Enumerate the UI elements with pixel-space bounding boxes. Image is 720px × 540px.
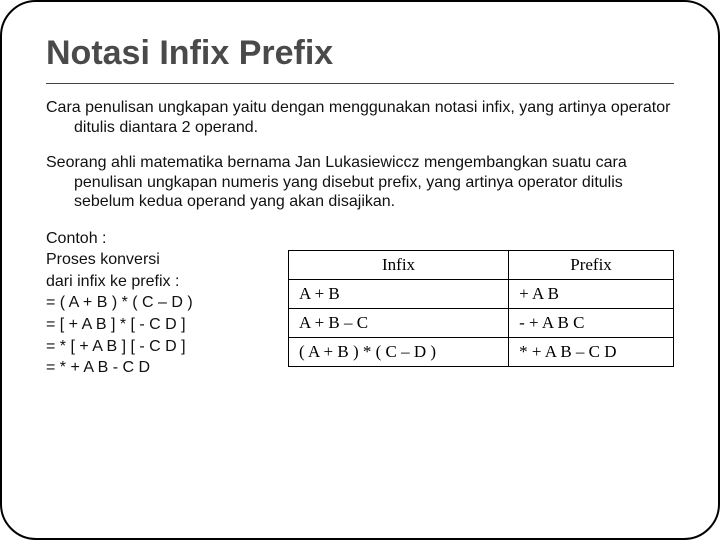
header-prefix: Prefix bbox=[509, 250, 674, 279]
conversion-table-wrap: Infix Prefix A + B + A B A + B – C - + A… bbox=[288, 228, 674, 367]
example-line: = ( A + B ) * ( C – D ) bbox=[46, 292, 276, 314]
cell-infix: A + B bbox=[289, 279, 509, 308]
slide-title: Notasi Infix Prefix bbox=[46, 34, 674, 73]
example-line: = [ + A B ] * [ - C D ] bbox=[46, 314, 276, 336]
example-line: = * + A B - C D bbox=[46, 357, 276, 379]
cell-infix: A + B – C bbox=[289, 308, 509, 337]
paragraph-prefix-text: Seorang ahli matematika bernama Jan Luka… bbox=[46, 153, 674, 212]
paragraph-prefix: Seorang ahli matematika bernama Jan Luka… bbox=[46, 153, 674, 212]
conversion-table: Infix Prefix A + B + A B A + B – C - + A… bbox=[288, 250, 674, 367]
example-block: Contoh : Proses konversi dari infix ke p… bbox=[46, 228, 276, 379]
cell-prefix: + A B bbox=[509, 279, 674, 308]
paragraph-infix-text: Cara penulisan ungkapan yaitu dengan men… bbox=[46, 98, 674, 137]
slide-frame: Notasi Infix Prefix Cara penulisan ungka… bbox=[0, 0, 720, 540]
cell-prefix: * + A B – C D bbox=[509, 337, 674, 366]
header-infix: Infix bbox=[289, 250, 509, 279]
cell-infix: ( A + B ) * ( C – D ) bbox=[289, 337, 509, 366]
table-row: ( A + B ) * ( C – D ) * + A B – C D bbox=[289, 337, 674, 366]
example-line: dari infix ke prefix : bbox=[46, 271, 276, 293]
table-row: A + B – C - + A B C bbox=[289, 308, 674, 337]
cell-prefix: - + A B C bbox=[509, 308, 674, 337]
table-row: A + B + A B bbox=[289, 279, 674, 308]
example-line: Contoh : bbox=[46, 228, 276, 250]
example-line: = * [ + A B ] [ - C D ] bbox=[46, 336, 276, 358]
title-underline bbox=[46, 83, 674, 84]
paragraph-infix: Cara penulisan ungkapan yaitu dengan men… bbox=[46, 98, 674, 137]
lower-row: Contoh : Proses konversi dari infix ke p… bbox=[46, 228, 674, 379]
example-line: Proses konversi bbox=[46, 249, 276, 271]
table-header-row: Infix Prefix bbox=[289, 250, 674, 279]
